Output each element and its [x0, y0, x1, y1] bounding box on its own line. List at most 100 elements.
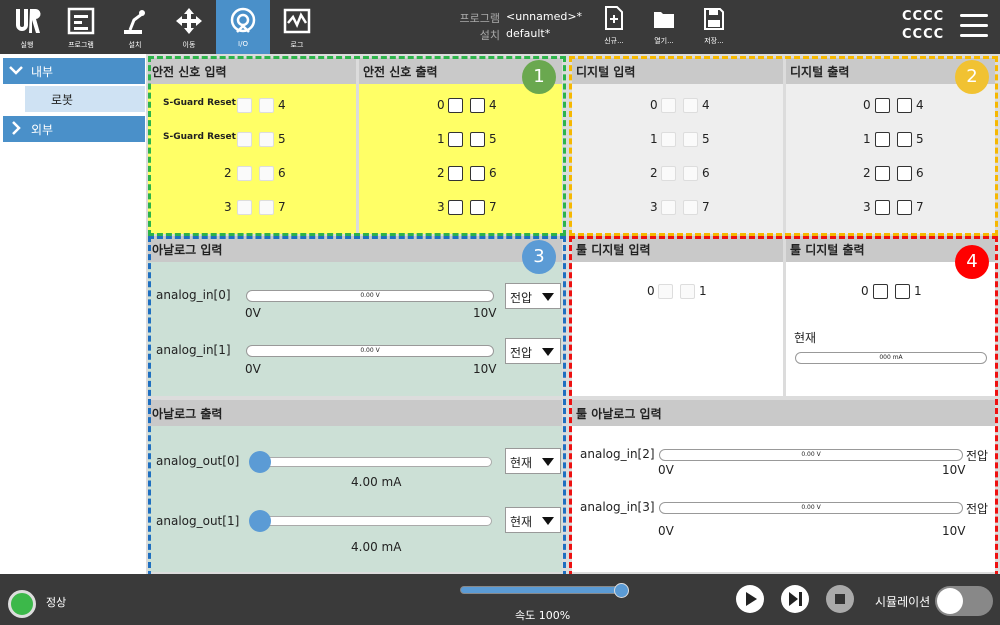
- io-checkbox[interactable]: [237, 98, 252, 113]
- io-checkbox[interactable]: [448, 132, 463, 147]
- io-number: 2: [437, 166, 445, 180]
- installation-icon: [124, 10, 145, 34]
- stop-icon[interactable]: [825, 584, 855, 614]
- nav-label: 실행: [20, 41, 34, 49]
- analog-output-slider[interactable]: [250, 457, 492, 467]
- analog-output-slider[interactable]: [250, 516, 492, 526]
- io-checkbox[interactable]: [448, 166, 463, 181]
- step-icon[interactable]: [780, 584, 810, 614]
- io-icon: [230, 7, 256, 33]
- nav-log[interactable]: 로그: [270, 0, 324, 54]
- io-checkbox[interactable]: [897, 166, 912, 181]
- current-label: 현재: [794, 331, 817, 345]
- analog-channel-name: analog_out[0]: [156, 454, 240, 468]
- io-number: 6: [702, 166, 710, 180]
- io-checkbox[interactable]: [897, 132, 912, 147]
- analog-mode-dropdown[interactable]: 현재: [505, 507, 561, 533]
- analog-mode-dropdown[interactable]: 전압: [505, 338, 561, 364]
- io-number: 1: [699, 284, 707, 298]
- play-icon[interactable]: [735, 584, 765, 614]
- nav-run[interactable]: 실행: [0, 0, 54, 54]
- status-indicator-icon[interactable]: [8, 590, 36, 618]
- io-checkbox[interactable]: [259, 132, 274, 147]
- menu-button[interactable]: [960, 14, 988, 38]
- io-number: 1: [863, 132, 871, 146]
- io-checkbox[interactable]: [259, 98, 274, 113]
- nav-io[interactable]: I/O: [216, 0, 270, 54]
- open-button[interactable]: 열기...: [644, 4, 684, 50]
- range-max: 10V: [942, 463, 966, 477]
- sidebar-item-internal[interactable]: 내부: [3, 58, 145, 84]
- io-checkbox[interactable]: [470, 200, 485, 215]
- save-button[interactable]: 저장...: [694, 4, 734, 50]
- tool-digital-input-panel: 툴 디지털 입력 0 1: [572, 236, 783, 396]
- range-min: 0V: [658, 463, 674, 477]
- analog-input-panel: 아날로그 입력 analog_in[0] 0.00 V 0V 10V 전압 an…: [148, 236, 562, 396]
- io-checkbox[interactable]: [470, 166, 485, 181]
- speed-slider-handle[interactable]: [614, 583, 629, 598]
- slider-handle[interactable]: [249, 451, 271, 473]
- badge-2: 2: [955, 60, 989, 94]
- sidebar-item-external[interactable]: 외부: [3, 116, 145, 142]
- analog-output-panel: 아날로그 출력 analog_out[0] 4.00 mA 현재 analog_…: [148, 400, 562, 572]
- analog-value-bar: 0.00 V: [246, 345, 494, 357]
- analog-channel-name: analog_in[2]: [580, 447, 655, 461]
- nav-label: 설치: [128, 41, 142, 49]
- slider-handle[interactable]: [249, 510, 271, 532]
- io-checkbox[interactable]: [875, 132, 890, 147]
- io-number: 0: [650, 98, 658, 112]
- hamburger-icon: [960, 14, 988, 17]
- io-checkbox[interactable]: [237, 132, 252, 147]
- chevron-down-icon: [542, 293, 554, 301]
- io-checkbox[interactable]: [237, 166, 252, 181]
- analog-output-value: 4.00 mA: [351, 540, 402, 554]
- nav-move[interactable]: 이동: [162, 0, 216, 54]
- io-checkbox: [658, 284, 673, 299]
- io-checkbox[interactable]: [470, 132, 485, 147]
- badge-1: 1: [522, 60, 556, 94]
- io-checkbox: [683, 200, 698, 215]
- io-checkbox: [683, 166, 698, 181]
- io-number: 6: [489, 166, 497, 180]
- analog-mode-dropdown[interactable]: 현재: [505, 448, 561, 474]
- analog-channel-name: analog_in[0]: [156, 288, 231, 302]
- io-checkbox[interactable]: [897, 98, 912, 113]
- io-checkbox: [683, 132, 698, 147]
- io-checkbox[interactable]: [448, 98, 463, 113]
- io-checkbox[interactable]: [237, 200, 252, 215]
- io-checkbox[interactable]: [897, 200, 912, 215]
- io-checkbox[interactable]: [895, 284, 910, 299]
- simulation-toggle[interactable]: [935, 586, 993, 616]
- sidebar-item-robot[interactable]: 로봇: [25, 86, 145, 112]
- io-number: 6: [916, 166, 924, 180]
- io-number: 2: [650, 166, 658, 180]
- status-text: 정상: [46, 596, 67, 609]
- nav-program[interactable]: 프로그램: [54, 0, 108, 54]
- panel-title: 툴 아날로그 입력: [572, 400, 995, 426]
- range-max: 10V: [473, 306, 497, 320]
- io-checkbox[interactable]: [470, 98, 485, 113]
- program-icon: [67, 7, 95, 35]
- io-checkbox[interactable]: [259, 166, 274, 181]
- io-number: 3: [650, 200, 658, 214]
- sidebar-item-label: 외부: [31, 123, 54, 137]
- chevron-right-icon: [12, 121, 21, 135]
- new-button[interactable]: 신규...: [594, 4, 634, 50]
- nav-label: I/O: [238, 40, 248, 48]
- analog-mode: 전압: [966, 449, 989, 463]
- io-checkbox[interactable]: [259, 200, 274, 215]
- io-number: 4: [702, 98, 710, 112]
- analog-mode-dropdown[interactable]: 전압: [505, 283, 561, 309]
- io-checkbox[interactable]: [875, 98, 890, 113]
- speed-slider[interactable]: [460, 586, 628, 594]
- nav-installation[interactable]: 설치: [108, 0, 162, 54]
- io-label: S-Guard Reset: [163, 98, 236, 108]
- simulation-label: 시뮬레이션: [875, 595, 931, 609]
- range-max: 10V: [942, 524, 966, 538]
- io-checkbox: [661, 98, 676, 113]
- io-checkbox[interactable]: [875, 200, 890, 215]
- nav-label: 프로그램: [68, 41, 94, 49]
- io-checkbox[interactable]: [875, 166, 890, 181]
- io-checkbox[interactable]: [448, 200, 463, 215]
- io-checkbox[interactable]: [873, 284, 888, 299]
